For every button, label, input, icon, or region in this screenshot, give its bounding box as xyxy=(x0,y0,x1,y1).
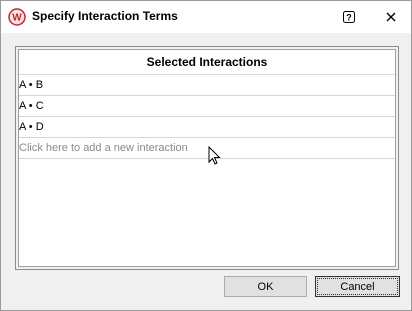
title-bar: W Specify Interaction Terms ? xyxy=(1,1,411,33)
weibull-logo-icon: W xyxy=(8,8,26,26)
ok-button[interactable]: OK xyxy=(224,276,307,297)
interaction-row[interactable]: A • B xyxy=(19,75,395,96)
specify-interaction-terms-dialog: W Specify Interaction Terms ? Selected I… xyxy=(0,0,412,311)
dialog-title: Specify Interaction Terms xyxy=(32,9,178,23)
grid-header: Selected Interactions xyxy=(19,50,395,75)
interaction-label: A • B xyxy=(19,79,44,91)
interactions-panel: Selected Interactions A • B A • C A • D … xyxy=(15,46,399,270)
interaction-row[interactable]: A • C xyxy=(19,96,395,117)
svg-text:?: ? xyxy=(346,13,352,23)
close-icon[interactable] xyxy=(377,7,405,27)
interaction-label: A • D xyxy=(19,121,44,133)
interaction-row[interactable]: A • D xyxy=(19,117,395,138)
svg-text:W: W xyxy=(12,13,22,24)
help-icon[interactable]: ? xyxy=(337,7,361,27)
interactions-grid: Selected Interactions A • B A • C A • D … xyxy=(18,49,396,267)
cancel-button[interactable]: Cancel xyxy=(315,276,400,297)
add-interaction-row[interactable]: Click here to add a new interaction xyxy=(19,138,395,159)
mouse-pointer-icon xyxy=(208,146,221,165)
interaction-label: A • C xyxy=(19,100,44,112)
